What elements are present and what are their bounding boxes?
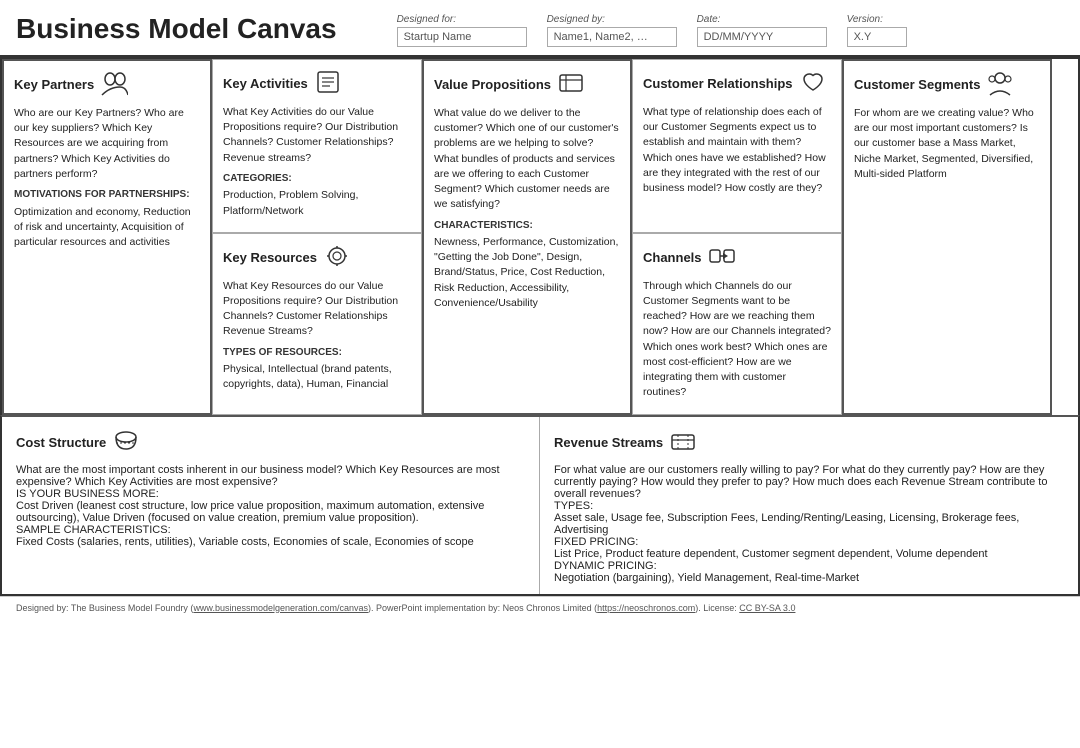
cost-structure-title: Cost Structure bbox=[16, 435, 106, 450]
page-title: Business Model Canvas bbox=[16, 12, 337, 46]
key-activities-title: Key Activities bbox=[223, 76, 308, 91]
key-activities-body1: What Key Activities do our Value Proposi… bbox=[223, 105, 411, 166]
designed-for-label: Designed for: bbox=[397, 14, 527, 25]
designed-by-field: Designed by: bbox=[547, 14, 677, 47]
key-partners-body1: Who are our Key Partners? Who are our ke… bbox=[14, 106, 200, 182]
cost-structure-cell: Cost Structure What are the most importa… bbox=[2, 417, 540, 594]
date-input[interactable] bbox=[697, 27, 827, 47]
revenue-streams-cell: Revenue Streams For what value are our c… bbox=[540, 417, 1078, 594]
customer-segments-body1: For whom are we creating value? Who are … bbox=[854, 106, 1040, 182]
canvas-grid: Key Partners Who are our Key Partners? W… bbox=[0, 57, 1080, 415]
cost-structure-header: Cost Structure bbox=[16, 427, 525, 458]
canvas-bottom: Cost Structure What are the most importa… bbox=[0, 415, 1080, 596]
key-partners-body2: Optimization and economy, Reduction of r… bbox=[14, 205, 200, 251]
designed-by-label: Designed by: bbox=[547, 14, 677, 25]
version-label: Version: bbox=[847, 14, 907, 25]
customer-relationships-header: Customer Relationships bbox=[643, 68, 831, 99]
revenue-streams-title: Revenue Streams bbox=[554, 435, 663, 450]
customer-relationships-body1: What type of relationship does each of o… bbox=[643, 105, 831, 196]
customer-relationships-title: Customer Relationships bbox=[643, 76, 793, 91]
channels-header: Channels bbox=[643, 242, 831, 273]
cost-structure-subtitle2: SAMPLE CHARACTERISTICS: bbox=[16, 524, 525, 536]
value-propositions-body2: Newness, Performance, Customization, "Ge… bbox=[434, 235, 620, 311]
key-resources-body2: Physical, Intellectual (brand patents, c… bbox=[223, 362, 411, 392]
footer-license[interactable]: CC BY-SA 3.0 bbox=[739, 603, 795, 613]
version-field: Version: bbox=[847, 14, 907, 47]
key-resources-title: Key Resources bbox=[223, 250, 317, 265]
key-resources-subtitle1: TYPES OF RESOURCES: bbox=[223, 346, 411, 361]
designed-for-field: Designed for: bbox=[397, 14, 527, 47]
customer-segments-header: Customer Segments bbox=[854, 69, 1040, 100]
cost-structure-body3: Fixed Costs (salaries, rents, utilities)… bbox=[16, 536, 525, 548]
key-partners-subtitle1: MOTIVATIONS FOR PARTNERSHIPS: bbox=[14, 188, 200, 203]
designed-by-input[interactable] bbox=[547, 27, 677, 47]
key-resources-header: Key Resources bbox=[223, 242, 411, 273]
key-partners-header: Key Partners bbox=[14, 69, 200, 100]
value-propositions-title: Value Propositions bbox=[434, 77, 551, 92]
channels-cell: Channels Through which Channels do our C… bbox=[632, 233, 842, 415]
cost-structure-body1: What are the most important costs inhere… bbox=[16, 464, 525, 488]
key-activities-header: Key Activities bbox=[223, 68, 411, 99]
date-field: Date: bbox=[697, 14, 827, 47]
date-label: Date: bbox=[697, 14, 827, 25]
key-resources-body1: What Key Resources do our Value Proposit… bbox=[223, 279, 411, 340]
revenue-streams-header: Revenue Streams bbox=[554, 427, 1064, 458]
key-partners-icon bbox=[100, 69, 128, 100]
customer-segments-icon bbox=[986, 69, 1014, 100]
revenue-streams-body3: List Price, Product feature dependent, C… bbox=[554, 548, 1064, 560]
footer-middle: ). PowerPoint implementation by: Neos Ch… bbox=[368, 603, 597, 613]
value-propositions-cell: Value Propositions What value do we deli… bbox=[422, 59, 632, 415]
key-activities-subtitle1: CATEGORIES: bbox=[223, 172, 411, 187]
key-partners-cell: Key Partners Who are our Key Partners? W… bbox=[2, 59, 212, 415]
value-propositions-body1: What value do we deliver to the customer… bbox=[434, 106, 620, 213]
key-resources-icon bbox=[323, 242, 351, 273]
cost-structure-body2: Cost Driven (leanest cost structure, low… bbox=[16, 500, 525, 524]
key-partners-title: Key Partners bbox=[14, 77, 94, 92]
designed-for-input[interactable] bbox=[397, 27, 527, 47]
revenue-streams-body2: Asset sale, Usage fee, Subscription Fees… bbox=[554, 512, 1064, 536]
channels-body1: Through which Channels do our Customer S… bbox=[643, 279, 831, 401]
version-input[interactable] bbox=[847, 27, 907, 47]
value-propositions-header: Value Propositions bbox=[434, 69, 620, 100]
customer-relationships-cell: Customer Relationships What type of rela… bbox=[632, 59, 842, 233]
channels-icon bbox=[708, 242, 736, 273]
revenue-streams-icon bbox=[669, 427, 697, 458]
customer-segments-cell: Customer Segments For whom are we creati… bbox=[842, 59, 1052, 415]
key-activities-icon bbox=[314, 68, 342, 99]
header-fields: Designed for: Designed by: Date: Version… bbox=[397, 12, 1064, 47]
revenue-streams-subtitle3: DYNAMIC PRICING: bbox=[554, 560, 1064, 572]
footer-link1[interactable]: www.businessmodelgeneration.com/canvas bbox=[193, 603, 368, 613]
key-activities-body2: Production, Problem Solving, Platform/Ne… bbox=[223, 188, 411, 218]
key-resources-cell: Key Resources What Key Resources do our … bbox=[212, 233, 422, 415]
cost-structure-subtitle1: IS YOUR BUSINESS MORE: bbox=[16, 488, 525, 500]
value-propositions-icon bbox=[557, 69, 585, 100]
footer: Designed by: The Business Model Foundry … bbox=[0, 596, 1080, 619]
revenue-streams-subtitle1: TYPES: bbox=[554, 500, 1064, 512]
value-propositions-subtitle1: CHARACTERISTICS: bbox=[434, 219, 620, 234]
footer-end: ). License: bbox=[695, 603, 737, 613]
customer-relationships-icon bbox=[799, 68, 827, 99]
header: Business Model Canvas Designed for: Desi… bbox=[0, 0, 1080, 57]
cost-structure-icon bbox=[112, 427, 140, 458]
footer-text: Designed by: The Business Model Foundry … bbox=[16, 603, 193, 613]
revenue-streams-body4: Negotiation (bargaining), Yield Manageme… bbox=[554, 572, 1064, 584]
customer-segments-title: Customer Segments bbox=[854, 77, 980, 92]
channels-title: Channels bbox=[643, 250, 702, 265]
key-activities-cell: Key Activities What Key Activities do ou… bbox=[212, 59, 422, 233]
footer-link2[interactable]: https://neoschronos.com bbox=[597, 603, 695, 613]
revenue-streams-subtitle2: FIXED PRICING: bbox=[554, 536, 1064, 548]
revenue-streams-body1: For what value are our customers really … bbox=[554, 464, 1064, 500]
